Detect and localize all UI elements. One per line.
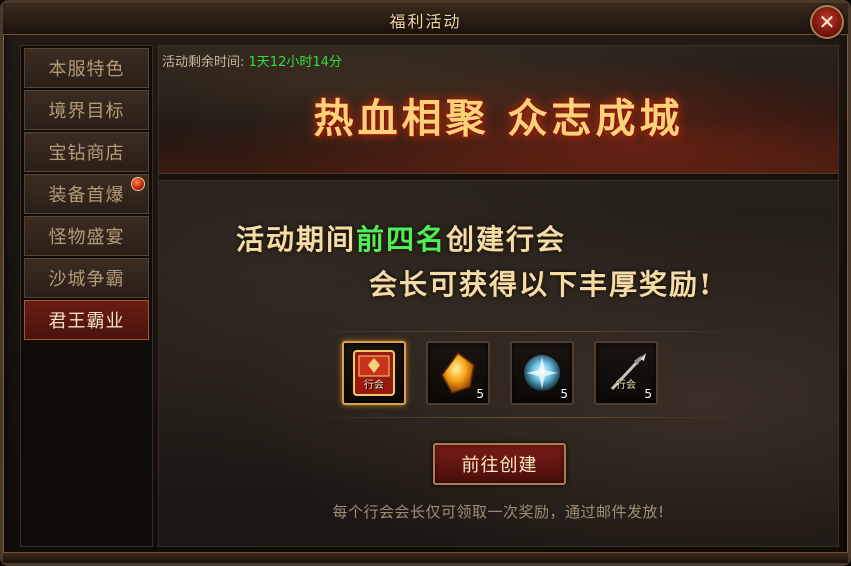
reward-sublabel: 行会 [364, 380, 384, 391]
sidebar-item-king-dominion[interactable]: 君王霸业 [24, 300, 149, 340]
activity-banner: 活动剩余时间: 1天12小时14分 热血相聚 众志成城 [159, 46, 838, 174]
countdown-value: 1天12小时14分 [248, 55, 342, 70]
reward-note: 每个行会会长仅可领取一次奖励，通过邮件发放! [332, 503, 665, 521]
banner-title: 热血相聚 众志成城 [313, 95, 684, 142]
crystal-orb-icon [524, 355, 560, 391]
sidebar-item-gem-shop[interactable]: 宝钻商店 [24, 132, 149, 172]
window-bottom-frame [3, 552, 848, 563]
sidebar-item-label: 君王霸业 [48, 311, 125, 332]
reward-slot[interactable]: 5 [426, 341, 490, 405]
sidebar-item-server-features[interactable]: 本服特色 [24, 48, 149, 88]
headline-line1: 活动期间前四名创建行会 [236, 218, 566, 258]
title-bar: 福利活动 ✕ [3, 3, 848, 39]
reward-slot[interactable]: 5 [510, 341, 574, 405]
close-button[interactable]: ✕ [810, 5, 844, 39]
sidebar-item-monster-feast[interactable]: 怪物盛宴 [24, 216, 149, 256]
gold-gem-icon [441, 351, 475, 394]
reward-list: 行会 5 5 行会 5 [342, 341, 658, 405]
headline-highlight: 前四名 [356, 223, 447, 256]
countdown: 活动剩余时间: 1天12小时14分 [162, 51, 342, 70]
sidebar-item-siege-war[interactable]: 沙城争霸 [24, 258, 149, 298]
close-icon: ✕ [818, 10, 836, 34]
headline-line2: 会长可获得以下丰厚奖励! [369, 268, 714, 301]
sidebar-item-label: 装备首爆 [48, 185, 125, 206]
reward-count: 5 [644, 387, 652, 401]
reward-slot[interactable]: 行会 5 [594, 341, 658, 405]
sidebar-item-label: 沙城争霸 [48, 269, 125, 290]
headline-post: 创建行会 [446, 223, 567, 256]
guild-token-icon [353, 350, 395, 396]
sidebar-item-first-drop[interactable]: 装备首爆 [24, 174, 149, 214]
activity-sidebar: 本服特色 境界目标 宝钻商店 装备首爆 怪物盛宴 沙城争霸 君王霸业 [20, 45, 153, 547]
sidebar-item-realm-goals[interactable]: 境界目标 [24, 90, 149, 130]
go-create-button[interactable]: 前往创建 [433, 443, 566, 485]
reward-count: 5 [560, 387, 568, 401]
activity-content: 活动期间前四名创建行会 会长可获得以下丰厚奖励! 行会 5 5 行会 5 前往创… [159, 180, 838, 546]
sidebar-item-label: 境界目标 [48, 101, 125, 122]
countdown-label: 活动剩余时间: [162, 55, 245, 70]
divider-top [309, 331, 749, 332]
window-title: 福利活动 [389, 12, 462, 31]
activity-panel: 活动剩余时间: 1天12小时14分 热血相聚 众志成城 活动期间前四名创建行会 … [158, 45, 839, 547]
headline-pre: 活动期间 [236, 223, 357, 256]
reward-count: 5 [476, 387, 484, 401]
reward-slot[interactable]: 行会 [342, 341, 406, 405]
welfare-activity-window: 福利活动 ✕ 本服特色 境界目标 宝钻商店 装备首爆 怪物盛宴 沙城争霸 君王霸… [0, 0, 851, 566]
notification-dot-icon [131, 177, 145, 191]
sidebar-item-label: 本服特色 [48, 59, 125, 80]
divider-bottom [309, 417, 749, 418]
sidebar-item-label: 宝钻商店 [48, 143, 125, 164]
sidebar-item-label: 怪物盛宴 [48, 227, 125, 248]
